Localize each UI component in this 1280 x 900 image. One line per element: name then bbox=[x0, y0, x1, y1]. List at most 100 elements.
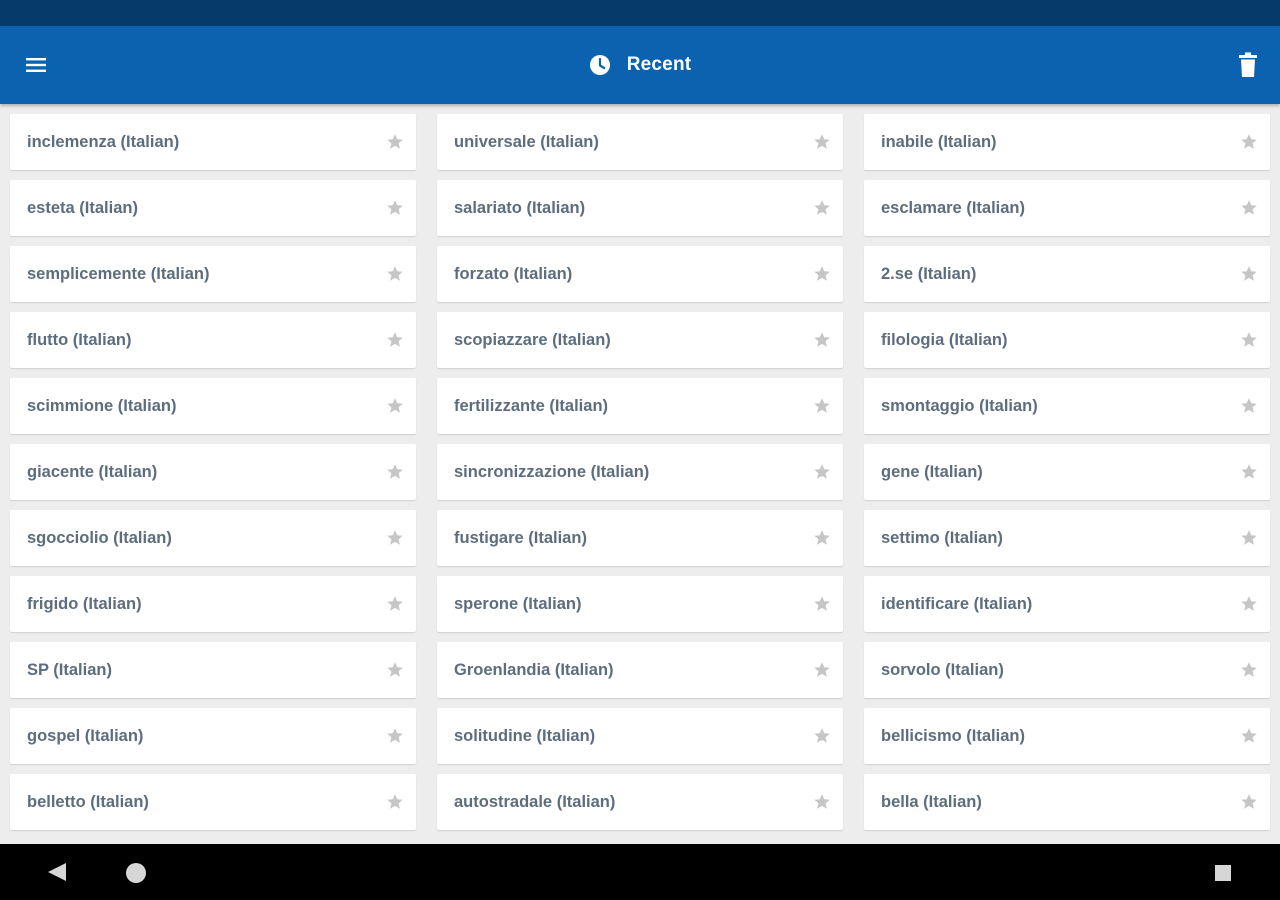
star-icon[interactable] bbox=[386, 727, 404, 745]
entry-label: smontaggio (Italian) bbox=[881, 396, 1038, 415]
star-icon[interactable] bbox=[813, 199, 831, 217]
list-item[interactable]: Groenlandia (Italian) bbox=[437, 642, 843, 698]
star-icon[interactable] bbox=[813, 529, 831, 547]
menu-button[interactable] bbox=[18, 47, 54, 83]
star-icon[interactable] bbox=[813, 397, 831, 415]
star-icon[interactable] bbox=[1240, 331, 1258, 349]
entry-label: frigido (Italian) bbox=[27, 594, 142, 613]
star-icon[interactable] bbox=[386, 331, 404, 349]
list-item[interactable]: smontaggio (Italian) bbox=[864, 378, 1270, 434]
list-item[interactable]: forzato (Italian) bbox=[437, 246, 843, 302]
entry-label: salariato (Italian) bbox=[454, 198, 586, 217]
entry-label: sorvolo (Italian) bbox=[881, 660, 1004, 679]
entry-label: autostradale (Italian) bbox=[454, 792, 616, 811]
star-icon[interactable] bbox=[386, 793, 404, 811]
star-icon[interactable] bbox=[1240, 727, 1258, 745]
star-icon[interactable] bbox=[813, 727, 831, 745]
system-nav-bar bbox=[0, 844, 1280, 900]
trash-icon bbox=[1239, 52, 1257, 77]
star-icon[interactable] bbox=[1240, 595, 1258, 613]
page-title: Recent bbox=[626, 54, 692, 75]
list-item[interactable]: sorvolo (Italian) bbox=[864, 642, 1270, 698]
star-icon[interactable] bbox=[813, 595, 831, 613]
list-item[interactable]: belletto (Italian) bbox=[10, 774, 416, 830]
star-icon[interactable] bbox=[813, 133, 831, 151]
list-item[interactable]: bellicismo (Italian) bbox=[864, 708, 1270, 764]
star-icon[interactable] bbox=[1240, 133, 1258, 151]
star-icon[interactable] bbox=[1240, 793, 1258, 811]
list-item[interactable]: 2.se (Italian) bbox=[864, 246, 1270, 302]
entry-label: scopiazzare (Italian) bbox=[454, 330, 611, 349]
list-item[interactable]: sgocciolio (Italian) bbox=[10, 510, 416, 566]
star-icon[interactable] bbox=[386, 529, 404, 547]
list-item[interactable]: fertilizzante (Italian) bbox=[437, 378, 843, 434]
entry-label: esteta (Italian) bbox=[27, 198, 138, 217]
list-item[interactable]: inabile (Italian) bbox=[864, 114, 1270, 170]
entry-label: giacente (Italian) bbox=[27, 462, 158, 481]
star-icon[interactable] bbox=[813, 793, 831, 811]
list-item[interactable]: gospel (Italian) bbox=[10, 708, 416, 764]
list-item[interactable]: solitudine (Italian) bbox=[437, 708, 843, 764]
list-item[interactable]: sincronizzazione (Italian) bbox=[437, 444, 843, 500]
entry-label: semplicemente (Italian) bbox=[27, 264, 210, 283]
star-icon[interactable] bbox=[386, 595, 404, 613]
star-icon[interactable] bbox=[1240, 265, 1258, 283]
entry-label: gospel (Italian) bbox=[27, 726, 144, 745]
list-item[interactable]: bella (Italian) bbox=[864, 774, 1270, 830]
menu-icon bbox=[26, 58, 46, 72]
list-item[interactable]: frigido (Italian) bbox=[10, 576, 416, 632]
star-icon[interactable] bbox=[1240, 199, 1258, 217]
star-icon[interactable] bbox=[386, 397, 404, 415]
entry-label: sgocciolio (Italian) bbox=[27, 528, 172, 547]
recent-entries-grid: inclemenza (Italian) universale (Italian)… bbox=[10, 114, 1271, 830]
list-item[interactable]: esclamare (Italian) bbox=[864, 180, 1270, 236]
list-item[interactable]: esteta (Italian) bbox=[10, 180, 416, 236]
star-icon[interactable] bbox=[386, 463, 404, 481]
entry-label: filologia (Italian) bbox=[881, 330, 1008, 349]
recents-icon[interactable] bbox=[1212, 862, 1234, 884]
star-icon[interactable] bbox=[813, 463, 831, 481]
list-item[interactable]: filologia (Italian) bbox=[864, 312, 1270, 368]
star-icon[interactable] bbox=[813, 661, 831, 679]
entry-label: settimo (Italian) bbox=[881, 528, 1003, 547]
list-item[interactable]: scimmione (Italian) bbox=[10, 378, 416, 434]
list-item[interactable]: SP (Italian) bbox=[10, 642, 416, 698]
entry-label: belletto (Italian) bbox=[27, 792, 149, 811]
star-icon[interactable] bbox=[386, 265, 404, 283]
star-icon[interactable] bbox=[813, 265, 831, 283]
entry-label: flutto (Italian) bbox=[27, 330, 132, 349]
list-item[interactable]: autostradale (Italian) bbox=[437, 774, 843, 830]
list-item[interactable]: identificare (Italian) bbox=[864, 576, 1270, 632]
list-item[interactable]: fustigare (Italian) bbox=[437, 510, 843, 566]
list-item[interactable]: sperone (Italian) bbox=[437, 576, 843, 632]
list-item[interactable]: giacente (Italian) bbox=[10, 444, 416, 500]
clock-icon bbox=[589, 55, 610, 75]
entry-label: gene (Italian) bbox=[881, 462, 983, 481]
entry-label: bella (Italian) bbox=[881, 792, 982, 811]
entry-label: fertilizzante (Italian) bbox=[454, 396, 609, 415]
clear-history-button[interactable] bbox=[1228, 47, 1268, 83]
list-item[interactable]: universale (Italian) bbox=[437, 114, 843, 170]
star-icon[interactable] bbox=[386, 661, 404, 679]
star-icon[interactable] bbox=[1240, 463, 1258, 481]
list-item[interactable]: gene (Italian) bbox=[864, 444, 1270, 500]
list-item[interactable]: inclemenza (Italian) bbox=[10, 114, 416, 170]
entry-label: solitudine (Italian) bbox=[454, 726, 596, 745]
star-icon[interactable] bbox=[813, 331, 831, 349]
star-icon[interactable] bbox=[1240, 661, 1258, 679]
entry-label: inclemenza (Italian) bbox=[27, 132, 180, 151]
home-icon[interactable] bbox=[124, 861, 148, 885]
star-icon[interactable] bbox=[386, 133, 404, 151]
list-item[interactable]: settimo (Italian) bbox=[864, 510, 1270, 566]
list-item[interactable]: scopiazzare (Italian) bbox=[437, 312, 843, 368]
star-icon[interactable] bbox=[386, 199, 404, 217]
entry-label: 2.se (Italian) bbox=[881, 264, 977, 283]
list-item[interactable]: flutto (Italian) bbox=[10, 312, 416, 368]
list-item[interactable]: semplicemente (Italian) bbox=[10, 246, 416, 302]
list-item[interactable]: salariato (Italian) bbox=[437, 180, 843, 236]
star-icon[interactable] bbox=[1240, 397, 1258, 415]
star-icon[interactable] bbox=[1240, 529, 1258, 547]
back-icon[interactable] bbox=[44, 861, 70, 883]
status-bar bbox=[0, 0, 1280, 26]
entry-label: SP (Italian) bbox=[27, 660, 112, 679]
